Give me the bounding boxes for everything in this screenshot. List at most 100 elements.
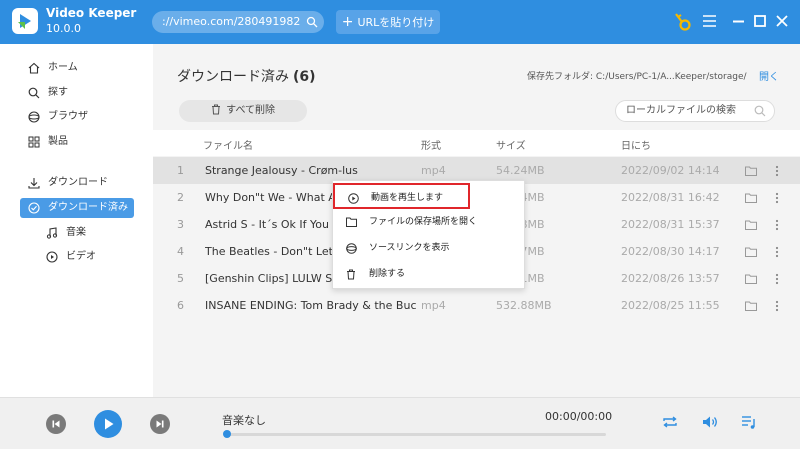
app-logo [12,8,38,34]
sidebar-item-home[interactable]: ホーム [20,58,134,78]
menu-item-play-video[interactable]: 動画を再生します [333,183,470,209]
sidebar-item-download[interactable]: ダウンロード [20,173,134,193]
sidebar-item-browser[interactable]: ブラウザ [20,107,134,127]
grid-icon [28,136,40,148]
play-circle-icon [46,251,58,263]
sidebar-item-downloaded[interactable]: ダウンロード済み [20,198,134,218]
search-icon[interactable] [754,105,766,117]
file-name: INSANE ENDING: Tom Brady & the Buccaneer… [205,299,417,312]
more-options-icon[interactable] [775,273,779,285]
media-player-bar: 音楽なし 00:00/00:00 [0,397,800,449]
trash-icon [211,104,220,115]
delete-all-label: すべて削除 [226,105,276,116]
row-number: 1 [177,164,184,177]
sidebar-item-label: ビデオ [66,251,96,262]
search-icon[interactable] [306,16,318,28]
plus-icon: + [341,14,354,30]
more-options-icon[interactable] [775,165,779,177]
playback-time: 00:00/00:00 [545,410,613,423]
table-row[interactable]: 6 INSANE ENDING: Tom Brady & the Buccane… [153,292,800,319]
playlist-icon[interactable] [741,415,757,430]
column-header-format[interactable]: 形式 [421,137,441,152]
sidebar-item-label: ブラウザ [48,111,88,122]
folder-icon[interactable] [745,274,757,284]
folder-icon[interactable] [745,220,757,230]
table-header: ファイル名 形式 サイズ 日にち [153,130,800,156]
volume-icon[interactable] [702,415,718,429]
delete-all-button[interactable]: すべて削除 [179,100,307,122]
trash-icon [347,269,355,280]
play-icon [105,418,114,430]
sidebar: ホーム 探す ブラウザ 製品 ダウンロード ダウンロード済み 音楽 ビデオ [0,44,153,397]
folder-icon[interactable] [745,301,757,311]
key-icon[interactable] [673,10,693,32]
skip-forward-icon [156,420,164,428]
sidebar-item-video[interactable]: ビデオ [38,247,134,267]
more-options-icon[interactable] [775,246,779,258]
menu-item-label: 動画を再生します [371,193,444,203]
column-header-name[interactable]: ファイル名 [203,137,253,152]
url-value: ://vimeo.com/280491982 [162,15,301,28]
file-date: 2022/08/31 16:42 [621,191,720,204]
search-icon [28,87,40,99]
download-icon [28,178,40,189]
folder-icon[interactable] [745,166,757,176]
file-size: 532.88MB [496,299,552,312]
row-number: 4 [177,245,184,258]
repeat-icon[interactable] [662,415,678,429]
file-date: 2022/08/25 11:55 [621,299,720,312]
sidebar-item-search[interactable]: 探す [20,83,134,103]
row-number: 3 [177,218,184,231]
sidebar-item-label: 製品 [48,136,68,147]
globe-icon [346,243,357,254]
minimize-icon[interactable] [733,20,744,23]
app-version: 10.0.0 [46,22,81,35]
more-options-icon[interactable] [775,300,779,312]
file-date: 2022/08/26 13:57 [621,272,720,285]
more-options-icon[interactable] [775,219,779,231]
logo-play-icon [18,14,31,29]
track-title: 音楽なし [222,414,266,427]
url-input[interactable]: ://vimeo.com/280491982 [152,11,324,33]
skip-back-icon [52,420,60,428]
maximize-icon[interactable] [754,15,766,27]
column-header-size[interactable]: サイズ [496,137,526,152]
row-number: 2 [177,191,184,204]
play-circle-icon [348,193,359,204]
home-icon [28,62,40,74]
column-header-date[interactable]: 日にち [621,137,651,152]
globe-icon [28,111,40,123]
progress-slider[interactable] [223,430,606,438]
sidebar-item-label: 探す [48,87,68,98]
paste-url-label: URLを貼り付け [357,16,435,29]
sidebar-item-products[interactable]: 製品 [20,132,134,152]
menu-item-delete[interactable]: 削除する [333,261,524,287]
play-button[interactable] [94,410,122,438]
more-options-icon[interactable] [775,192,779,204]
row-number: 5 [177,272,184,285]
menu-item-open-location[interactable]: ファイルの保存場所を開く [333,209,524,235]
sidebar-item-label: 音楽 [66,227,86,238]
previous-track-button[interactable] [46,414,66,434]
sidebar-item-music[interactable]: 音楽 [38,223,134,243]
sidebar-item-label: ホーム [48,62,78,73]
page-title: ダウンロード済み (6) [177,66,316,86]
app-title: Video Keeper [46,6,137,20]
menu-icon[interactable] [703,15,716,27]
next-track-button[interactable] [150,414,170,434]
close-icon[interactable] [776,15,788,27]
menu-item-show-source-link[interactable]: ソースリンクを表示 [333,235,524,261]
folder-icon[interactable] [745,193,757,203]
open-folder-link[interactable]: 開く [759,68,779,83]
page-title-text: ダウンロード済み [177,69,289,85]
progress-handle[interactable] [223,430,231,438]
row-number: 6 [177,299,184,312]
save-folder-path: 保存先フォルダ: C:/Users/PC-1/A...Keeper/storag… [527,72,747,82]
folder-icon[interactable] [745,247,757,257]
sidebar-item-label: ダウンロード済み [48,202,128,213]
file-date: 2022/09/02 14:14 [621,164,720,177]
check-circle-icon [28,202,40,214]
paste-url-button[interactable]: + URLを貼り付け [336,10,440,34]
local-file-search-input[interactable]: ローカルファイルの検索 [615,100,775,122]
sidebar-item-label: ダウンロード [48,177,108,188]
